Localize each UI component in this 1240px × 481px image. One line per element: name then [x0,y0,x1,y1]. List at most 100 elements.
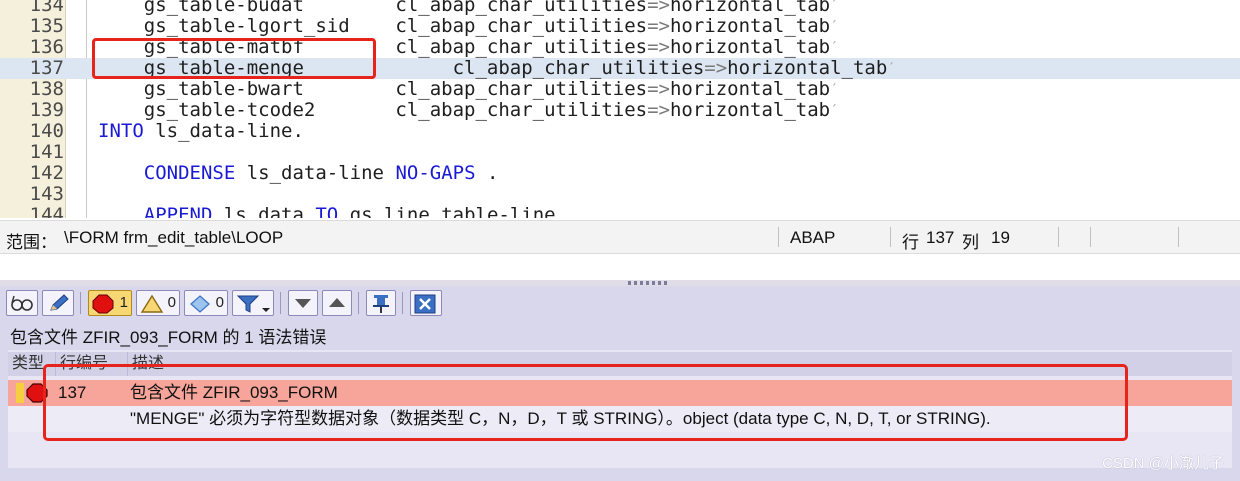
highlight-box-error-message [43,364,1128,441]
spacer [0,254,1240,280]
previous-error-button[interactable] [322,290,352,316]
code-token: horizontal_tab [669,36,831,58]
arrow-up-icon [329,298,345,307]
scope-value: \FORM frm_edit_table\LOOP [64,228,284,247]
warnings-filter-button[interactable]: 0 [136,290,180,316]
code-line[interactable]: 141 [0,142,1240,163]
line-number: 136 [29,36,64,58]
glasses-icon [11,295,33,311]
next-error-button[interactable] [288,290,318,316]
tab-marker: ´ [887,61,895,75]
scope-label: 范围： [6,233,57,252]
tab-marker: ´ [830,40,838,54]
code-token: => [647,36,670,58]
code-text: CONDENSE ls_data-line NO-GAPS . [98,162,499,184]
status-separator [890,227,891,247]
status-separator [778,227,779,247]
code-text: APPEND ls_data TO gs_line_table-line [98,204,556,219]
code-token: horizontal_tab [669,78,831,100]
highlight-box-menge-line [92,38,376,79]
tab-marker: ´ [830,19,838,33]
code-text: gs_table-bwart cl_abap_char_utilities=>h… [98,78,838,100]
col-label: 列 [962,233,979,252]
glasses-button[interactable] [6,290,38,316]
close-panel-button[interactable] [410,290,442,316]
code-line[interactable]: 143 [0,184,1240,205]
language-indicator: ABAP [790,228,836,247]
code-token: horizontal_tab [669,99,831,121]
code-token: horizontal_tab [727,57,888,79]
code-token: => [647,78,670,100]
code-token: => [647,0,670,16]
filter-funnel-icon [236,295,270,313]
row-marker [16,383,24,403]
toolbar-separator [358,292,359,314]
col-value: 19 [991,228,1010,247]
line-number: 141 [29,141,64,163]
errors-filter-button[interactable]: 1 [88,290,132,316]
pencil-icon [50,294,69,311]
keyword-token: INTO [98,120,144,142]
info-filter-button[interactable]: 0 [184,290,228,316]
line-number: 140 [29,120,64,142]
warning-triangle-icon [140,294,164,313]
code-line[interactable]: 144 APPEND ls_data TO gs_line_table-line [0,204,1240,219]
line-number: 143 [29,183,64,205]
code-line[interactable]: 134 gs_table-budat cl_abap_char_utilitie… [0,0,1240,16]
status-separator [1090,227,1091,247]
row-label: 行 [902,233,919,252]
code-editor[interactable]: 134 gs_table-budat cl_abap_char_utilitie… [0,0,1240,218]
pin-icon [373,295,389,313]
info-count: 0 [215,294,224,311]
code-token: => [704,57,728,79]
status-separator [1178,227,1179,247]
keyword-token: TO [315,204,339,219]
arrow-down-icon [295,299,311,308]
tab-marker: ´ [830,82,838,96]
splitter-grip[interactable] [628,281,670,285]
code-token: gs_table-tcode2 cl_abap_char_utilities [98,99,648,121]
info-diamond-icon [190,295,210,313]
editor-status-bar: 范围： \FORM frm_edit_table\LOOP ABAP 行 137… [0,220,1240,254]
code-line[interactable]: 139 gs_table-tcode2 cl_abap_char_utiliti… [0,100,1240,121]
error-summary: 包含文件 ZFIR_093_FORM 的 1 语法错误 [10,328,327,347]
keyword-token: CONDENSE [143,162,236,184]
watermark: CSDN @小澈儿子 [1102,455,1224,472]
code-token: . [475,162,499,184]
tab-marker: ´ [830,0,838,12]
code-token: => [647,15,670,37]
code-token: => [647,99,670,121]
code-text: gs_table-budat cl_abap_char_utilities=>h… [98,0,838,16]
line-number: 134 [29,0,64,16]
error-count: 1 [119,294,128,311]
warning-count: 0 [167,294,176,311]
row-value: 137 [926,228,955,247]
code-line[interactable]: 138 gs_table-bwart cl_abap_char_utilitie… [0,79,1240,100]
code-token: horizontal_tab [669,15,831,37]
code-token: gs_line_table-line [338,204,556,219]
toolbar-separator [80,292,81,314]
line-number: 137 [29,57,64,79]
code-line[interactable]: 135 gs_table-lgort_sid cl_abap_char_util… [0,16,1240,37]
edit-button[interactable] [42,290,74,316]
keyword-token: NO-GAPS [395,162,476,184]
toolbar-separator [402,292,403,314]
line-number: 138 [29,78,64,100]
close-icon [414,294,436,314]
code-token: gs_table-budat cl_abap_char_utilities [98,0,648,16]
tab-marker: ´ [830,103,838,117]
code-token: horizontal_tab [669,0,831,16]
code-line[interactable]: 142 CONDENSE ls_data-line NO-GAPS . [0,163,1240,184]
code-token: gs_table-lgort_sid cl_abap_char_utilitie… [98,15,648,37]
code-line[interactable]: 140 INTO ls_data-line. [0,121,1240,142]
line-number: 142 [29,162,64,184]
toolbar-separator [280,292,281,314]
code-token: ls_data-line [235,162,396,184]
filter-dropdown-button[interactable] [232,290,274,316]
line-number: 144 [29,204,64,219]
code-token: ls_data-line. [143,120,304,142]
pin-button[interactable] [366,290,396,316]
code-token: gs_table-bwart cl_abap_char_utilities [98,78,648,100]
